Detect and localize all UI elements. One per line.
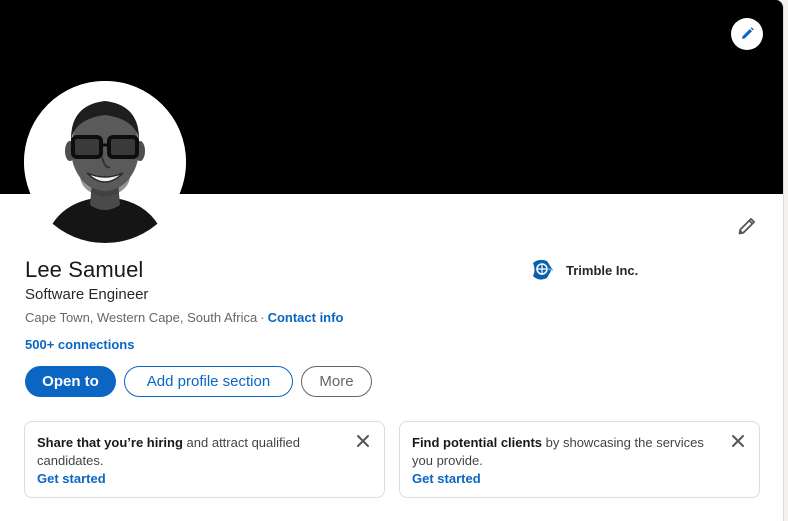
profile-photo[interactable] [24, 81, 186, 243]
more-button[interactable]: More [301, 366, 372, 397]
promo-title: Share that you’re hiring [37, 435, 183, 450]
profile-headline: Software Engineer [25, 286, 149, 303]
open-to-button[interactable]: Open to [25, 366, 116, 397]
edit-intro-button[interactable] [733, 212, 761, 240]
close-icon [357, 435, 369, 447]
connections-link[interactable]: 500+ connections [25, 337, 134, 352]
pencil-icon [742, 27, 754, 39]
get-started-link[interactable]: Get started [412, 470, 719, 488]
clients-promo-card: Find potential clients by showcasing the… [399, 421, 760, 498]
dismiss-button[interactable] [729, 432, 747, 450]
profile-name: Lee Samuel [25, 257, 144, 282]
close-icon [732, 435, 744, 447]
add-profile-section-button[interactable]: Add profile section [124, 366, 293, 397]
contact-info-link[interactable]: Contact info [268, 310, 344, 325]
pencil-icon [738, 218, 755, 235]
avatar [24, 81, 186, 243]
trimble-logo-icon [533, 259, 554, 280]
edit-banner-button[interactable] [731, 18, 763, 50]
profile-location: Cape Town, Western Cape, South Africa [25, 310, 258, 325]
profile-card: Lee Samuel Software Engineer Cape Town, … [0, 0, 784, 521]
location-row: Cape Town, Western Cape, South Africa · Co… [25, 310, 343, 325]
hiring-promo-card: Share that you’re hiring and attract qua… [24, 421, 385, 498]
promo-title: Find potential clients [412, 435, 543, 450]
company-name: Trimble Inc. [566, 262, 639, 278]
get-started-link[interactable]: Get started [37, 470, 344, 488]
dismiss-button[interactable] [354, 432, 372, 450]
separator: · [260, 310, 265, 325]
current-company[interactable]: Trimble Inc. [530, 257, 638, 283]
